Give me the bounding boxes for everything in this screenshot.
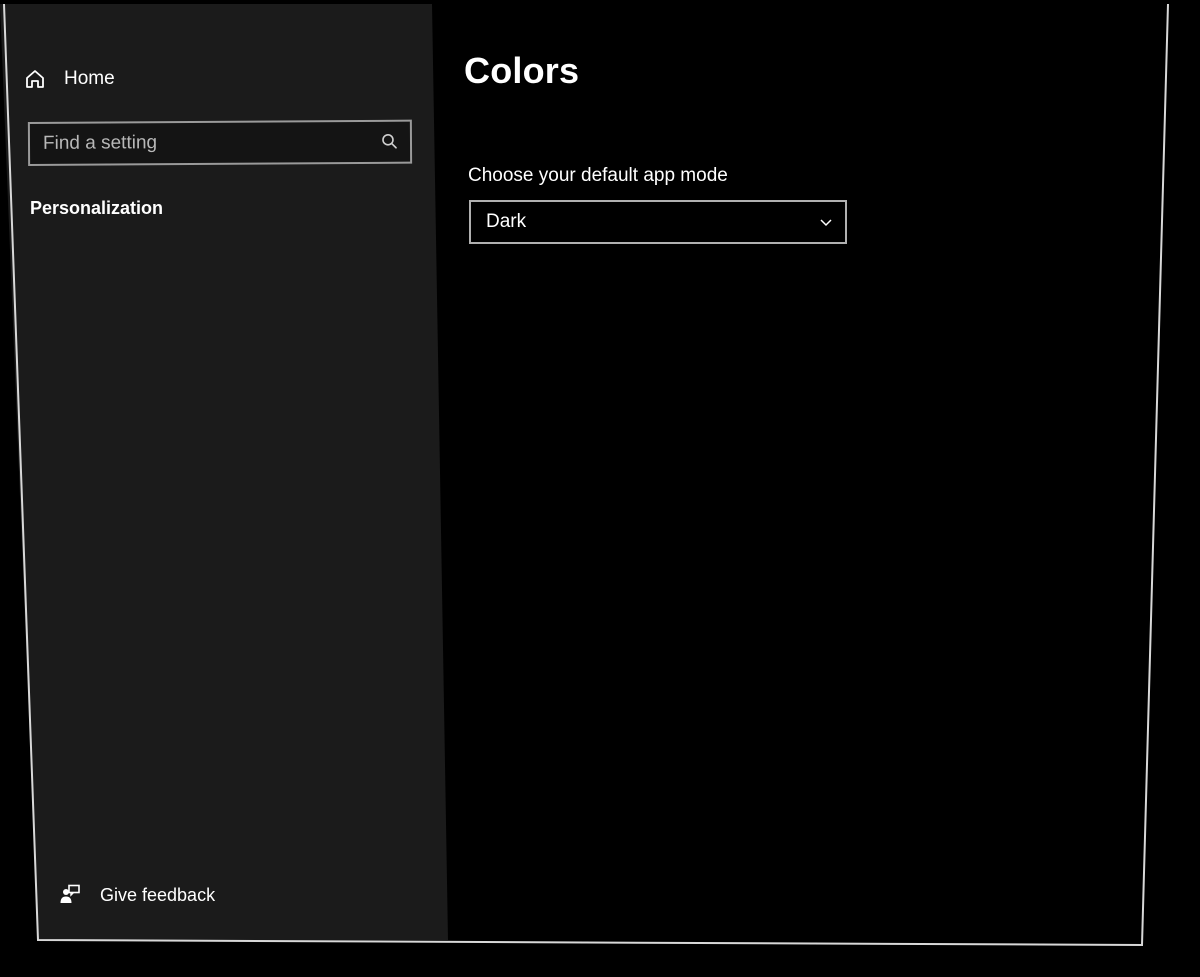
home-nav-item[interactable]: Home	[24, 62, 115, 96]
search-icon[interactable]	[380, 132, 400, 152]
home-label: Home	[64, 68, 115, 89]
app-mode-selected-value: Dark	[486, 211, 527, 232]
search-input[interactable]	[29, 120, 381, 165]
page-title: Colors	[464, 50, 580, 91]
home-icon	[24, 68, 46, 90]
screen: Home Personalization	[0, 0, 1200, 977]
search-field[interactable]	[27, 119, 413, 166]
chevron-down-icon	[819, 215, 833, 229]
sidebar-item-personalization[interactable]: Personalization	[30, 198, 163, 219]
feedback-icon	[58, 883, 82, 907]
app-mode-label: Choose your default app mode	[468, 165, 728, 186]
feedback-label: Give feedback	[100, 884, 216, 905]
give-feedback-link[interactable]: Give feedback	[58, 878, 215, 912]
settings-window: Home Personalization	[0, 0, 1200, 977]
app-mode-dropdown[interactable]: Dark	[469, 200, 847, 244]
